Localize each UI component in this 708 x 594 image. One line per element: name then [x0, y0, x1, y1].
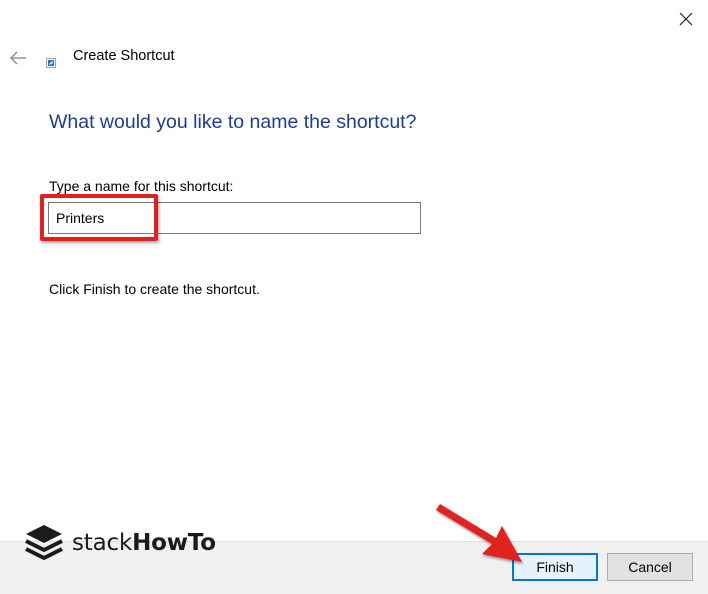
- stack-layers-icon: [25, 525, 63, 560]
- watermark-brand-bold: HowTo: [132, 530, 216, 556]
- stackhowto-watermark: stackHowTo: [22, 519, 232, 567]
- watermark-brand-light: stack: [72, 530, 133, 556]
- close-button[interactable]: [668, 2, 704, 36]
- back-button[interactable]: [6, 46, 30, 70]
- page-heading: What would you like to name the shortcut…: [49, 111, 417, 133]
- shortcut-name-label: Type a name for this shortcut:: [49, 178, 234, 194]
- cancel-button[interactable]: Cancel: [607, 553, 693, 581]
- close-icon: [679, 12, 693, 26]
- wizard-title: Create Shortcut: [73, 48, 175, 64]
- back-arrow-icon: [10, 51, 26, 65]
- shortcut-name-input[interactable]: [48, 202, 421, 234]
- wizard-header: Create Shortcut: [0, 40, 708, 80]
- finish-hint-text: Click Finish to create the shortcut.: [49, 281, 260, 297]
- finish-button[interactable]: Finish: [512, 553, 598, 581]
- shortcut-icon: [46, 58, 56, 68]
- title-bar: [0, 0, 708, 40]
